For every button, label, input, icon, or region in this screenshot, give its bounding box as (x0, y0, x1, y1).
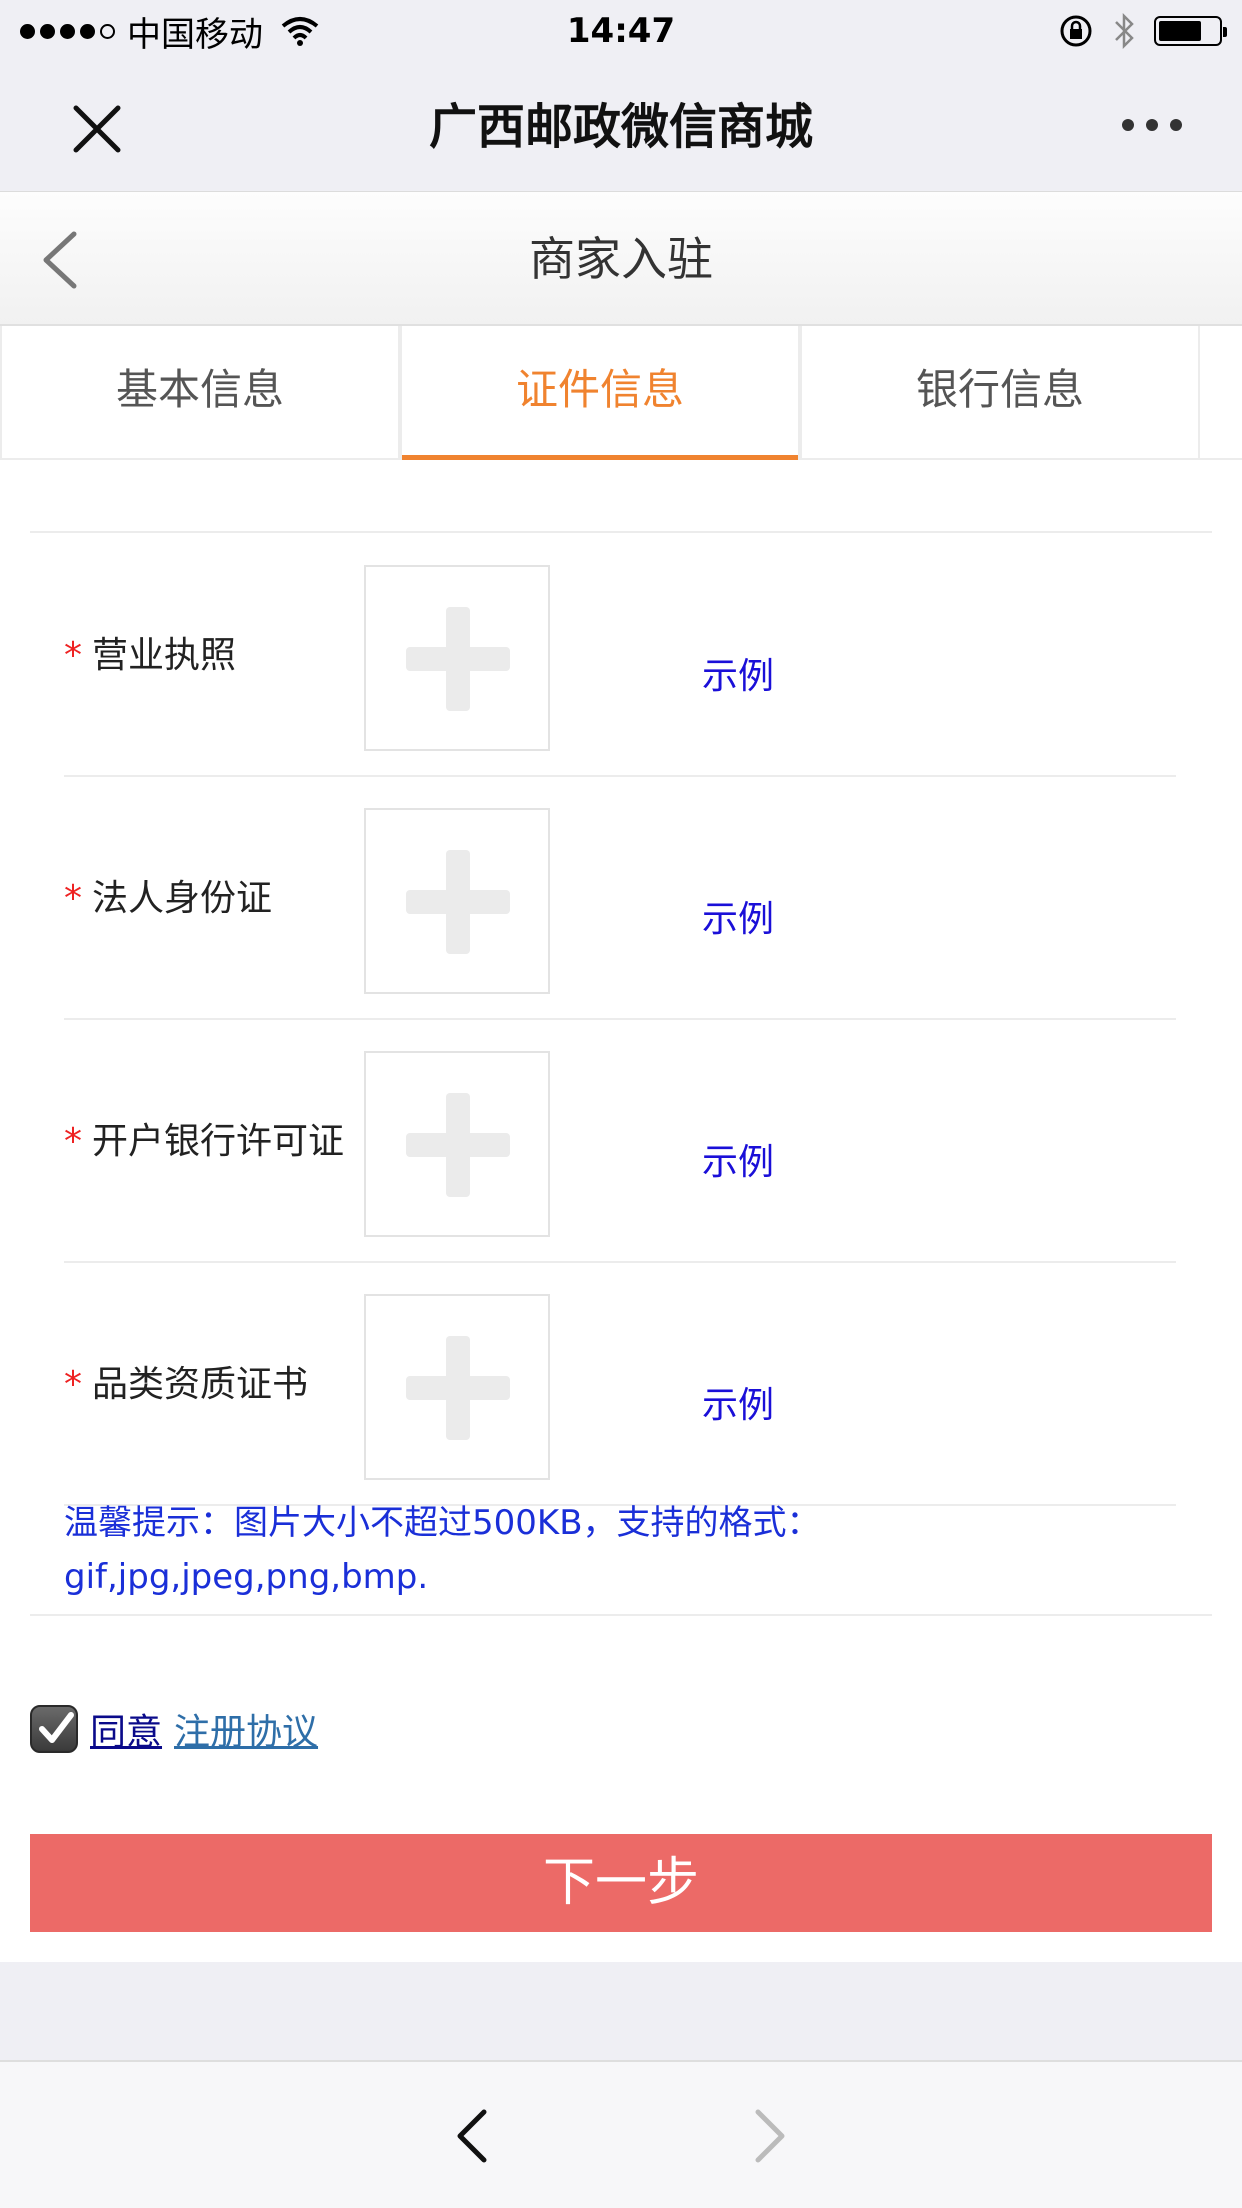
browser-back-icon[interactable] (454, 2108, 490, 2164)
upload-button[interactable] (364, 565, 550, 751)
plus-icon (406, 607, 510, 711)
example-link[interactable]: 示例 (702, 647, 774, 699)
plus-icon (406, 1336, 510, 1440)
example-link[interactable]: 示例 (702, 1376, 774, 1428)
row-label: * 品类资质证书 (64, 1355, 308, 1407)
required-mark: * (64, 1364, 82, 1405)
upload-tip: 温馨提示：图片大小不超过500KB，支持的格式： gif,jpg,jpeg,pn… (64, 1496, 1064, 1604)
next-step-button[interactable]: 下一步 (30, 1834, 1212, 1932)
upload-button[interactable] (364, 808, 550, 994)
agree-checkbox[interactable] (30, 1705, 78, 1753)
upload-button[interactable] (364, 1051, 550, 1237)
page-header: 商家入驻 (0, 192, 1242, 326)
tab-certificate-info[interactable]: 证件信息 (400, 326, 800, 460)
label-text: 法人身份证 (92, 878, 273, 919)
agree-label[interactable]: 同意 (90, 1703, 162, 1755)
required-mark: * (64, 635, 82, 676)
label-text: 品类资质证书 (92, 1364, 309, 1405)
example-link[interactable]: 示例 (702, 890, 774, 942)
tab-basic-info[interactable]: 基本信息 (0, 326, 400, 460)
upload-row-bank-permit: * 开户银行许可证 示例 (64, 1019, 1176, 1263)
tip-line-2: gif,jpg,jpeg,png,bmp. (64, 1557, 429, 1597)
more-icon[interactable] (1122, 119, 1182, 131)
battery-icon (1154, 16, 1227, 46)
agreement: 同意 注册协议 (30, 1703, 318, 1755)
upload-row-legal-id: * 法人身份证 示例 (64, 776, 1176, 1020)
bluetooth-icon (1115, 12, 1134, 50)
status-time: 14:47 (566, 11, 676, 51)
wechat-nav-bar: 广西邮政微信商城 (0, 62, 1242, 192)
plus-icon (406, 850, 510, 954)
browser-forward-icon[interactable] (752, 2108, 788, 2164)
checkmark-icon (39, 1712, 74, 1743)
main-content: 基本信息 证件信息 银行信息 * 营业执照 示例 * 法人身份证 示例 * 开户银行许… (0, 326, 1242, 1962)
tip-line-1: 温馨提示：图片大小不超过500KB，支持的格式： (64, 1503, 821, 1543)
browser-toolbar (0, 2060, 1242, 2208)
wechat-title: 广西邮政微信商城 (428, 99, 813, 155)
label-text: 营业执照 (92, 635, 237, 676)
row-label: * 开户银行许可证 (64, 1112, 344, 1164)
status-right (1058, 8, 1227, 54)
row-label: * 法人身份证 (64, 869, 272, 921)
upload-row-category-certificate: * 品类资质证书 示例 (64, 1262, 1176, 1506)
plus-icon (406, 1093, 510, 1197)
tab-bank-info[interactable]: 银行信息 (800, 326, 1200, 460)
required-mark: * (64, 1121, 82, 1162)
rotation-lock-icon (1060, 15, 1092, 47)
registration-agreement-link[interactable]: 注册协议 (174, 1703, 318, 1755)
label-text: 开户银行许可证 (92, 1121, 345, 1162)
page-title: 商家入驻 (529, 232, 713, 286)
status-bar: 中国移动 14:47 (0, 0, 1242, 62)
upload-button[interactable] (364, 1294, 550, 1480)
divider (30, 1614, 1212, 1616)
example-link[interactable]: 示例 (702, 1133, 774, 1185)
upload-row-business-license: * 营业执照 示例 (64, 533, 1176, 777)
required-mark: * (64, 878, 82, 919)
row-label: * 营业执照 (64, 626, 236, 678)
tab-spacer (1200, 326, 1242, 458)
tab-bar: 基本信息 证件信息 银行信息 (0, 326, 1242, 460)
